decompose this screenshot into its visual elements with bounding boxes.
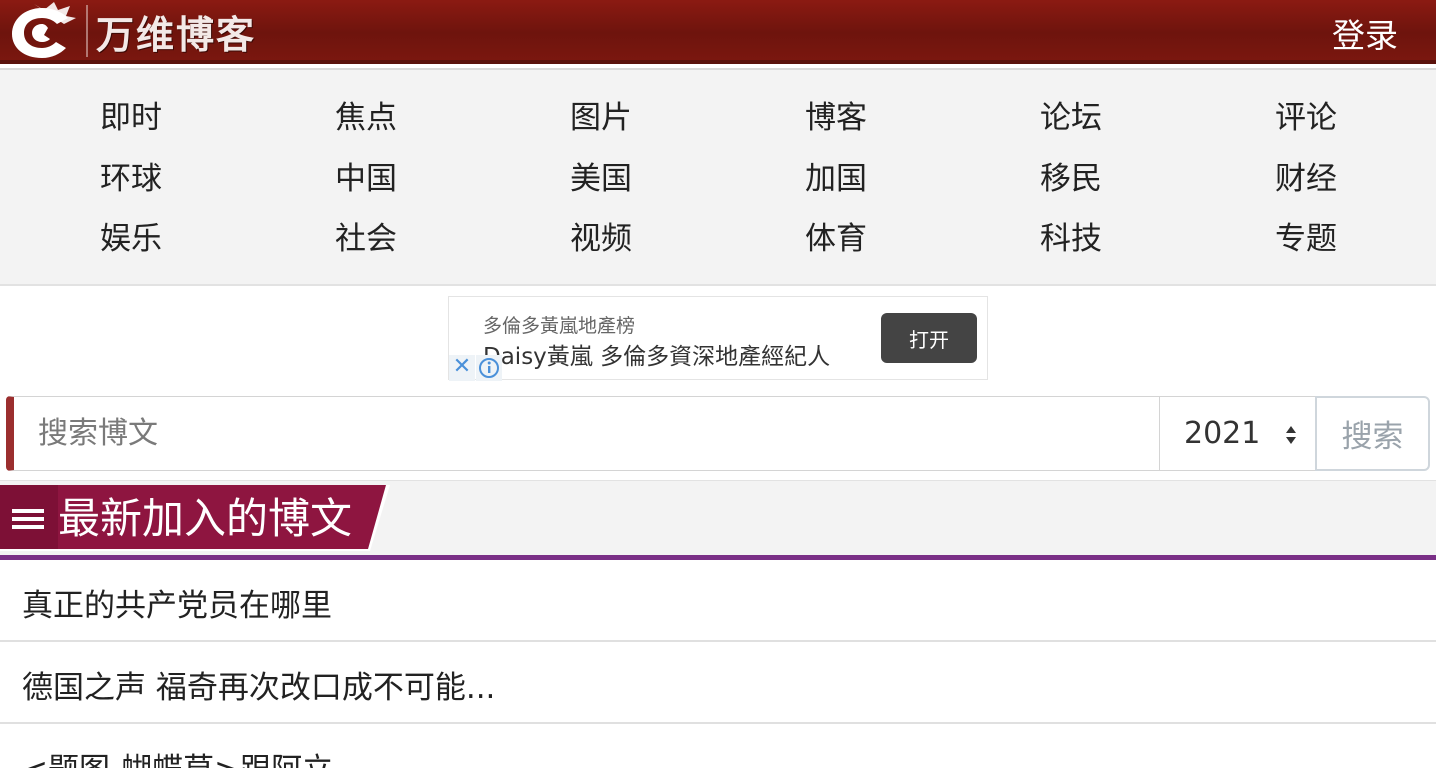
- nav-item-video[interactable]: 视频: [570, 219, 632, 259]
- nav-item-tech[interactable]: 科技: [1040, 219, 1102, 259]
- logo-divider: [86, 5, 88, 57]
- nav-item-finance[interactable]: 财经: [1275, 159, 1337, 199]
- section-tab: 最新加入的博文: [0, 485, 390, 553]
- ad-subtitle: 多倫多黃嵐地產榜: [483, 315, 636, 337]
- nav-item-forum[interactable]: 论坛: [1040, 98, 1102, 138]
- nav-item-world[interactable]: 环球: [100, 159, 162, 199]
- nav-item-entertainment[interactable]: 娱乐: [100, 219, 162, 259]
- post-title[interactable]: 真正的共产党员在哪里: [22, 580, 332, 625]
- nav-item-commentary[interactable]: 评论: [1275, 98, 1337, 138]
- nav-item-immigration[interactable]: 移民: [1040, 159, 1102, 199]
- search-button[interactable]: 搜索: [1315, 396, 1430, 471]
- nav-item-pictures[interactable]: 图片: [570, 98, 632, 138]
- ad-banner[interactable]: 多倫多黃嵐地產榜 Daisy黃嵐 多倫多資深地產經紀人 打开 ✕: [448, 296, 988, 381]
- nav-item-topics[interactable]: 专题: [1275, 219, 1337, 259]
- year-value: 2021: [1184, 416, 1261, 451]
- top-bar: 万维博客 登录: [0, 0, 1436, 64]
- post-title[interactable]: <题图-蝴蝶草>跟阿立: [22, 744, 333, 768]
- year-select[interactable]: 2021: [1159, 396, 1316, 471]
- nav-item-sports[interactable]: 体育: [805, 219, 867, 259]
- search-bar: 2021 搜索: [6, 396, 1430, 471]
- dragon-logo-icon: [12, 2, 76, 58]
- list-item[interactable]: 真正的共产党员在哪里: [0, 560, 1436, 642]
- close-icon[interactable]: ✕: [449, 355, 475, 381]
- search-input[interactable]: [6, 396, 1160, 471]
- nav-item-society[interactable]: 社会: [335, 219, 397, 259]
- menu-icon[interactable]: [12, 505, 44, 533]
- nav-item-usa[interactable]: 美国: [570, 159, 632, 199]
- list-item[interactable]: 德国之声 福奇再次改口成不可能...: [0, 642, 1436, 724]
- post-list: 真正的共产党员在哪里 德国之声 福奇再次改口成不可能... <题图-蝴蝶草>跟阿…: [0, 560, 1436, 768]
- list-item[interactable]: <题图-蝴蝶草>跟阿立: [0, 724, 1436, 768]
- post-title[interactable]: 德国之声 福奇再次改口成不可能...: [22, 662, 495, 707]
- category-nav: 即时 焦点 图片 博客 论坛 评论 环球 中国 美国 加国 移民 财经 娱乐 社…: [0, 68, 1436, 286]
- site-name: 万维博客: [96, 12, 257, 57]
- section-title: 最新加入的博文: [58, 494, 353, 543]
- login-link[interactable]: 登录: [1332, 9, 1398, 57]
- select-arrows-icon: [1286, 426, 1296, 444]
- nav-item-blog[interactable]: 博客: [805, 98, 867, 138]
- ad-title[interactable]: Daisy黃嵐 多倫多資深地產經紀人: [483, 337, 830, 371]
- latest-posts-header: 最新加入的博文: [0, 480, 1436, 560]
- nav-item-focus[interactable]: 焦点: [335, 98, 397, 138]
- nav-item-canada[interactable]: 加国: [805, 159, 867, 199]
- nav-item-china[interactable]: 中国: [335, 159, 397, 199]
- ad-open-button[interactable]: 打开: [881, 313, 977, 363]
- site-logo[interactable]: 万维博客: [4, 0, 256, 62]
- nav-item-instant[interactable]: 即时: [100, 98, 162, 138]
- info-icon[interactable]: [476, 355, 502, 381]
